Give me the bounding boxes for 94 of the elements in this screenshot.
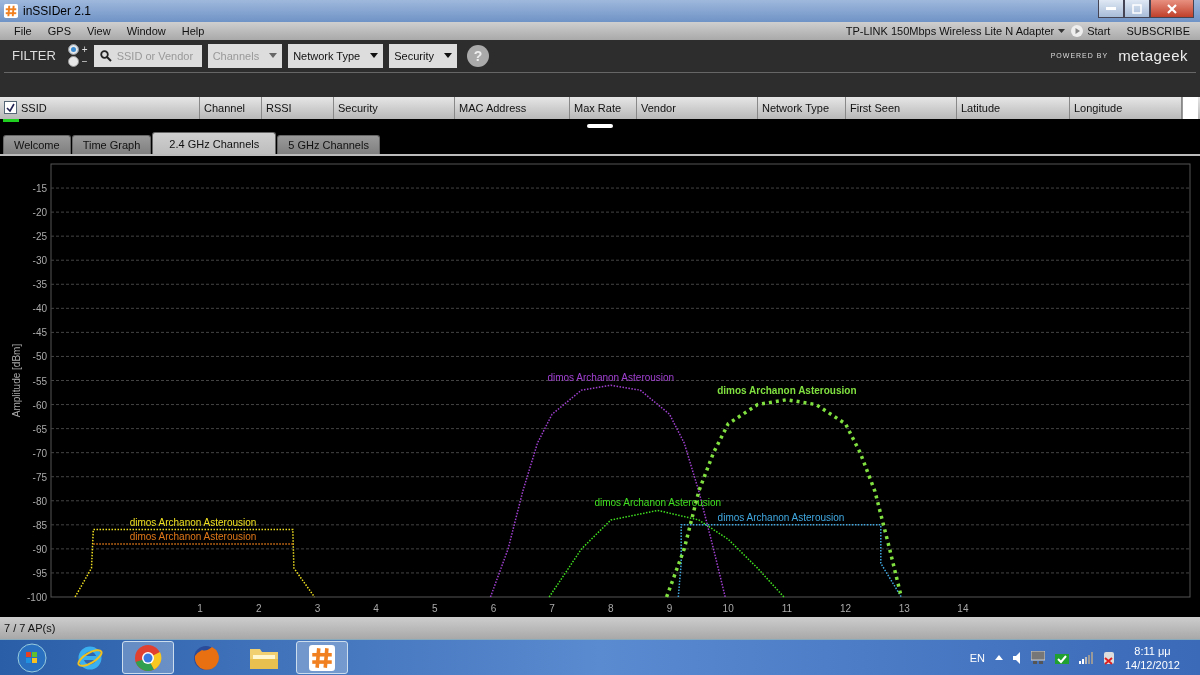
filter-dropdown[interactable]: Network Type [288,43,384,68]
tab[interactable]: Time Graph [71,135,152,155]
y-tick-label: -100 [27,592,47,604]
filter-dropdown[interactable]: Security [389,43,457,68]
caret-icon [1058,28,1066,33]
search-icon [99,49,112,62]
network-label: dimos Archanon Asterousion [717,512,845,524]
start-button[interactable]: Start [1065,24,1123,37]
signal-bars-icon[interactable] [1078,651,1093,664]
x-tick-label: 5 [432,603,438,615]
x-tick-label: 11 [781,603,793,615]
menu-item[interactable]: View [78,24,119,37]
caret-icon [370,53,379,59]
signal-bar [3,119,19,123]
network-label: dimos Archanon Asterousion [129,531,257,543]
x-tick-label: 13 [898,603,910,615]
menu-item[interactable]: Window [118,24,174,37]
language-indicator[interactable]: EN [969,651,985,664]
power-plug-icon[interactable] [1102,650,1115,665]
close-button[interactable] [1150,0,1194,18]
y-tick-label: -15 [32,183,47,195]
network-label: dimos Archanon Asterousion [547,372,675,384]
scrollbar[interactable] [1182,96,1198,120]
x-tick-label: 10 [722,603,734,615]
taskbar-app-button[interactable] [122,641,174,675]
y-tick-label: -55 [32,375,47,387]
network-label: dimos Archanon Asterousion [717,385,857,397]
y-tick-label: -80 [32,496,47,508]
x-tick-label: 7 [549,603,555,615]
close-icon [1166,3,1178,14]
menu-item[interactable]: Help [173,24,213,37]
splitter-handle[interactable] [587,124,613,129]
x-tick-label: 1 [197,603,203,615]
adapter-dropdown[interactable]: TP-LINK 150Mbps Wireless Lite N Adapter [845,24,1066,37]
x-tick-label: 6 [490,603,497,615]
y-tick-label: -90 [32,544,47,556]
tab[interactable]: Welcome [3,135,71,155]
radio-button[interactable] [67,44,79,56]
x-tick-label: 3 [314,603,321,615]
search-field[interactable]: SSID or Vendor [93,44,202,67]
y-tick-label: -95 [32,568,47,580]
y-axis-title: Amplitude [dBm] [11,344,22,418]
play-icon [1071,24,1084,37]
tab[interactable]: 5 GHz Channels [277,135,380,155]
window-title: inSSIDer 2.1 [23,3,93,18]
y-tick-label: -85 [32,520,47,532]
y-tick-label: -30 [32,255,47,267]
menu-item[interactable]: File [6,24,40,37]
y-tick-label: -60 [32,399,47,411]
network-check-icon[interactable] [1054,651,1069,665]
minimize-icon [1106,6,1116,11]
radio-button[interactable] [67,56,79,68]
x-tick-label: 12 [840,603,852,615]
x-tick-label: 9 [666,603,673,615]
caret-icon [443,53,452,59]
network-label: dimos Archanon Asterousion [129,516,257,528]
monitor-icon[interactable] [1030,651,1045,665]
tab[interactable]: 2.4 GHz Channels [152,132,277,155]
speaker-icon[interactable] [1012,651,1021,664]
clock[interactable]: 8:11 μμ 14/12/2012 [1124,643,1180,672]
y-tick-label: -45 [32,327,47,339]
x-tick-label: 4 [373,603,379,615]
y-tick-label: -35 [32,279,47,291]
filter-label: FILTER [12,48,56,64]
y-tick-label: -75 [32,472,47,484]
brand-logo: metageek [1118,47,1188,65]
x-tick-label: 14 [957,603,969,615]
fox-globe-icon [192,643,220,672]
y-tick-label: -25 [32,231,47,243]
column-header[interactable]: SSID [21,101,47,114]
hash-app-icon [309,644,335,671]
x-tick-label: 2 [255,603,262,615]
y-tick-label: -50 [32,351,47,363]
x-tick-label: 8 [608,603,614,615]
y-tick-label: -70 [32,448,47,459]
select-all-checkbox[interactable] [4,101,17,115]
start-orb-icon [17,642,47,673]
y-tick-label: -65 [32,423,47,435]
maximize-button[interactable] [1124,0,1150,18]
maximize-icon [1132,3,1142,14]
status-text: 7 / 7 AP(s) [4,622,56,635]
menu-item[interactable]: GPS [39,24,79,37]
browser-ball-icon [134,643,162,672]
up-triangle-icon[interactable] [994,655,1003,661]
y-tick-label: -40 [32,303,47,315]
caret-icon [269,53,278,59]
app-logo-icon [4,3,18,18]
network-label: dimos Archanon Asterousion [594,497,722,509]
subscribe-link[interactable]: SUBSCRIBE [1122,24,1194,37]
taskbar-app-button[interactable] [296,641,348,675]
y-tick-label: -20 [32,207,47,219]
radio-label: − [81,56,88,67]
minimize-button[interactable] [1098,0,1124,18]
radio-label: + [81,44,88,55]
